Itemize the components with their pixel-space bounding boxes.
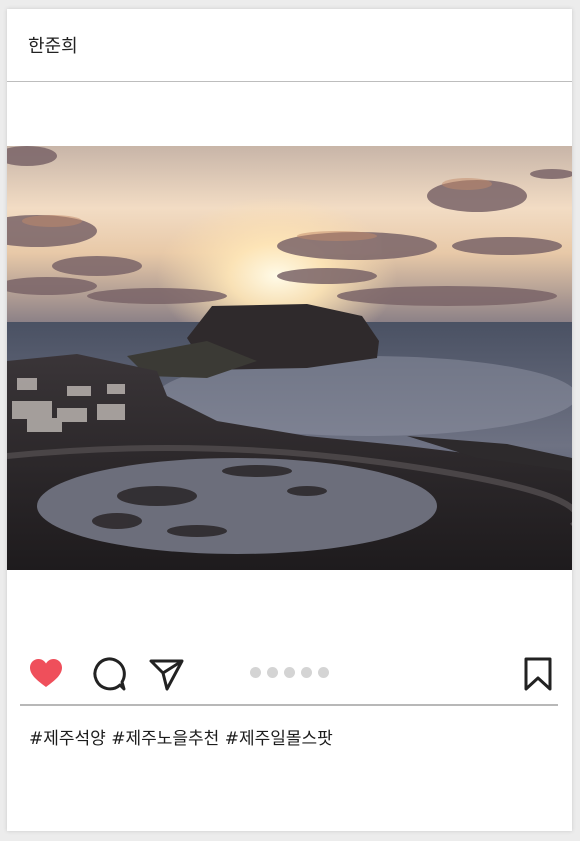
post-header: 한준희 [7, 9, 572, 82]
username[interactable]: 한준희 [28, 32, 78, 58]
heart-icon[interactable] [27, 655, 65, 693]
carousel-dot[interactable] [267, 667, 278, 678]
comment-icon[interactable] [89, 655, 127, 693]
carousel-dot[interactable] [318, 667, 329, 678]
carousel-indicator [250, 667, 329, 678]
post-photo[interactable] [7, 146, 572, 570]
post-card: 한준희 #제주석양 #제주노을추천 #제주일몰스팟 [7, 9, 572, 831]
divider [20, 704, 558, 706]
bookmark-icon[interactable] [519, 655, 557, 693]
share-icon[interactable] [147, 655, 185, 693]
carousel-dot[interactable] [284, 667, 295, 678]
action-bar [7, 649, 572, 699]
carousel-dot[interactable] [250, 667, 261, 678]
hashtags[interactable]: #제주석양 #제주노을추천 #제주일몰스팟 [29, 724, 333, 749]
carousel-dot[interactable] [301, 667, 312, 678]
